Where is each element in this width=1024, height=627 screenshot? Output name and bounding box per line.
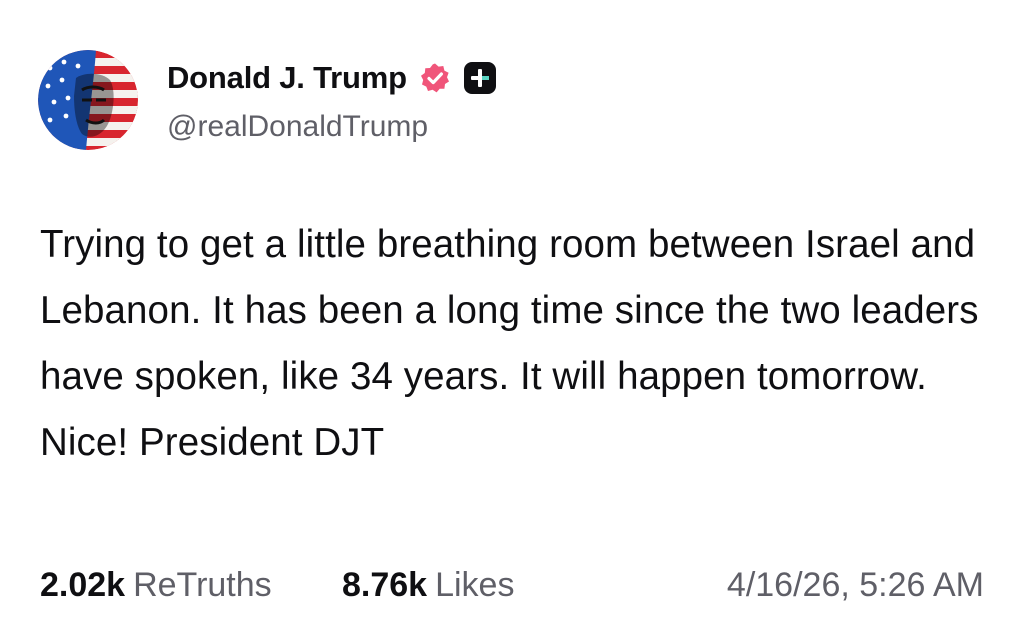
post-timestamp[interactable]: 4/16/26, 5:26 AM <box>727 566 984 605</box>
flag-portrait-avatar-icon <box>38 50 138 150</box>
post-footer: 2.02k ReTruths 8.76k Likes 4/16/26, 5:26 A… <box>40 566 984 616</box>
author-handle[interactable]: @realDonaldTrump <box>167 110 428 144</box>
author-name-row: Donald J. Trump <box>167 56 497 100</box>
truth-post: Donald J. Trump @realDonaldTrump Trying … <box>0 0 1024 627</box>
likes-count: 8.76k <box>342 566 428 604</box>
author-display-name[interactable]: Donald J. Trump <box>167 60 407 96</box>
retruths-stat[interactable]: 2.02k ReTruths <box>40 566 272 605</box>
plus-badge-icon <box>463 61 497 95</box>
post-text: Trying to get a little breathing room be… <box>40 223 979 464</box>
avatar[interactable] <box>38 50 138 150</box>
retruths-label: ReTruths <box>133 566 272 604</box>
verified-badge-icon <box>419 62 451 94</box>
likes-stat[interactable]: 8.76k Likes <box>342 566 514 605</box>
retruths-count: 2.02k <box>40 566 126 604</box>
likes-label: Likes <box>435 566 515 604</box>
